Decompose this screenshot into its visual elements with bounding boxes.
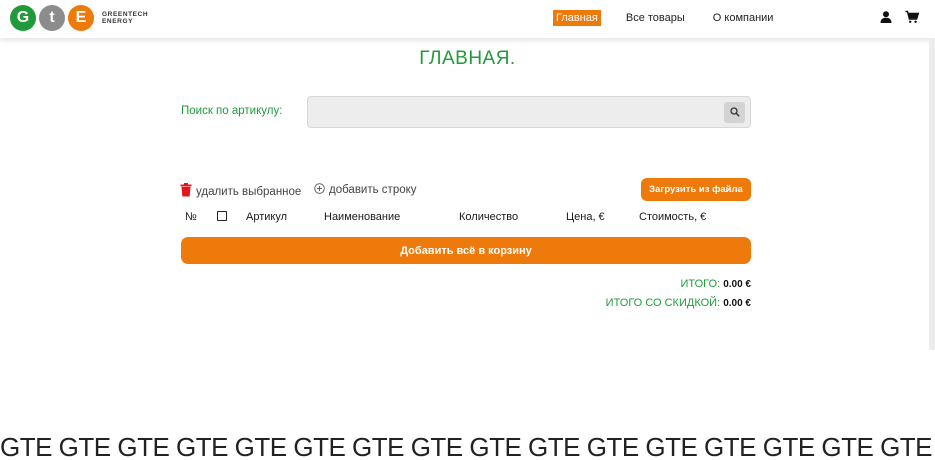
logo-text: GREENTECH ENERGY — [102, 11, 148, 25]
nav-all-products[interactable]: Все товары — [623, 10, 688, 26]
search-label: Поиск по артикулу: — [181, 105, 283, 117]
total-value: 0.00 € — [723, 279, 751, 290]
discount-total-value: 0.00 € — [723, 298, 751, 309]
cart-icon[interactable] — [905, 10, 920, 24]
column-name: Наименование — [324, 211, 401, 223]
nav-home[interactable]: Главная — [553, 10, 601, 26]
column-quantity: Количество — [459, 211, 519, 223]
add-row-label: добавить строку — [329, 184, 417, 196]
logo-e-circle: E — [68, 5, 94, 31]
add-all-to-cart-button[interactable]: Добавить всё в корзину — [181, 237, 751, 264]
plus-circle-icon — [314, 183, 329, 197]
site-header: G t E GREENTECH ENERGY Главная Все товар… — [0, 0, 935, 38]
total-label: ИТОГО: — [680, 278, 721, 290]
logo[interactable]: G t E GREENTECH ENERGY — [10, 5, 148, 31]
upload-file-button[interactable]: Загрузить из файла — [641, 178, 751, 201]
column-number: № — [185, 211, 197, 223]
user-icon[interactable] — [879, 10, 893, 24]
column-article: Артикул — [246, 211, 288, 223]
delete-selected-button[interactable]: удалить выбранное — [180, 183, 301, 200]
column-cost: Стоимость, € — [639, 211, 707, 223]
page-title: ГЛАВНАЯ. — [419, 48, 516, 69]
logo-g-circle: G — [10, 5, 36, 31]
search-input[interactable] — [308, 97, 708, 127]
discount-total-row: ИТОГО СО СКИДКОЙ: 0.00 € — [606, 297, 751, 309]
logo-text-line2: ENERGY — [102, 18, 134, 25]
brand-marquee: GTE GTE GTE GTE GTE GTE GTE GTE GTE GTE … — [0, 432, 935, 460]
search-button[interactable] — [724, 102, 745, 123]
scrollbar[interactable] — [929, 38, 935, 350]
delete-selected-label: удалить выбранное — [196, 185, 302, 198]
total-row: ИТОГО: 0.00 € — [680, 278, 751, 290]
search-icon — [729, 104, 740, 122]
discount-total-label: ИТОГО СО СКИДКОЙ: — [605, 297, 721, 309]
select-all-checkbox[interactable] — [217, 211, 227, 221]
add-row-button[interactable]: добавить строку — [314, 183, 417, 197]
trash-icon — [180, 183, 196, 200]
nav-about[interactable]: О компании — [710, 10, 777, 26]
search-box — [307, 96, 751, 128]
logo-t-circle: t — [39, 5, 65, 31]
column-price: Цена, € — [566, 211, 605, 223]
logo-text-line1: GREENTECH — [102, 11, 149, 18]
main-nav: Главная Все товары О компании — [553, 10, 798, 26]
